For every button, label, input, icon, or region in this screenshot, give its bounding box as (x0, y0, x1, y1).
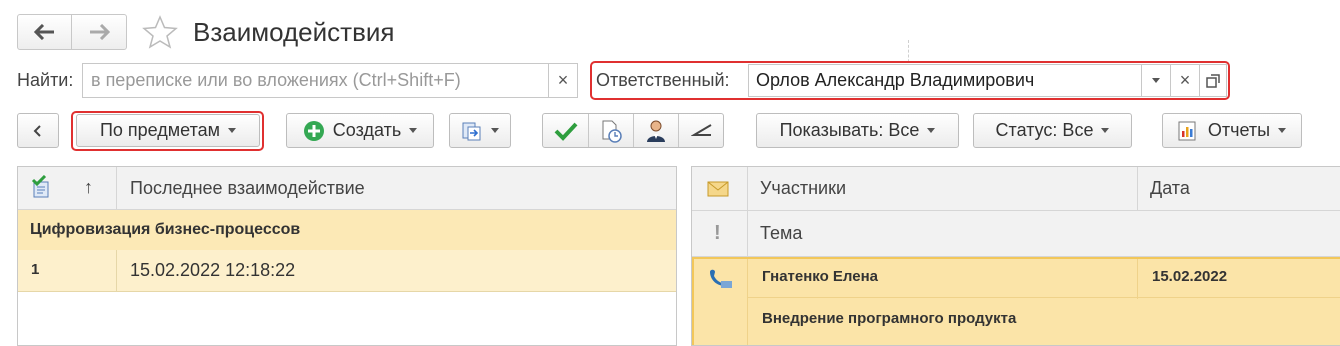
group-by-button[interactable]: По предметам (76, 114, 260, 147)
chevron-down-icon (491, 128, 499, 133)
arrow-right-icon (90, 24, 110, 40)
chevron-down-icon (409, 128, 418, 133)
envelope-icon (707, 181, 729, 197)
collapse-left-button[interactable] (17, 113, 59, 148)
document-transfer-button[interactable] (449, 113, 511, 148)
responsible-dropdown-button[interactable] (1141, 64, 1171, 97)
show-filter-button[interactable]: Показывать: Все (756, 113, 959, 148)
chevron-left-icon (33, 124, 41, 137)
responsible-clear-button[interactable]: × (1170, 64, 1200, 97)
reports-label: Отчеты (1207, 120, 1271, 140)
angle-icon (690, 123, 712, 136)
status-filter-label: Статус: Все (995, 120, 1094, 140)
date-header[interactable]: Дата (1150, 178, 1190, 199)
subjects-table: ↑ Последнее взаимодействие Цифровизация … (17, 166, 677, 346)
mark-reviewed-button[interactable] (543, 114, 589, 147)
group-row[interactable]: Цифровизация бизнес-процессов (18, 210, 676, 250)
group-by-label: По предметам (99, 120, 221, 140)
responsible-field[interactable]: Орлов Александр Владимирович (748, 64, 1142, 97)
reports-button[interactable]: Отчеты (1162, 113, 1302, 148)
open-window-icon (1206, 73, 1220, 88)
responsible-label: Ответственный: (596, 70, 730, 90)
page-title: Взаимодействия (193, 17, 395, 47)
interactions-header-row2: ! Тема (692, 211, 1340, 257)
report-icon (1178, 121, 1196, 140)
participants-header[interactable]: Участники (760, 178, 846, 199)
group-title: Цифровизация бизнес-процессов (30, 221, 301, 238)
close-icon: × (1179, 70, 1191, 90)
table-row[interactable]: 1 15.02.2022 12:18:22 (18, 250, 676, 292)
arrow-left-icon (33, 24, 54, 40)
document-arrow-icon (462, 122, 481, 140)
chevron-down-icon (1152, 78, 1160, 83)
chevron-down-icon (1101, 128, 1110, 133)
create-button[interactable]: Создать (286, 113, 434, 148)
set-subject-button[interactable] (679, 114, 724, 147)
defer-review-button[interactable] (589, 114, 634, 147)
action-icon-group (542, 113, 724, 148)
back-button[interactable] (18, 15, 72, 49)
search-clear-button[interactable]: × (548, 63, 578, 98)
subjects-table-header: ↑ Последнее взаимодействие (18, 167, 676, 210)
chevron-down-icon (228, 128, 237, 133)
chevron-down-icon (1278, 128, 1287, 133)
topic-header[interactable]: Тема (760, 223, 802, 244)
person-icon (647, 120, 665, 142)
nav-group (17, 14, 127, 50)
last-interaction-header[interactable]: Последнее взаимодействие (130, 178, 365, 199)
interaction-topic: Внедрение програмного продукта (762, 310, 1017, 327)
star-icon[interactable] (142, 15, 178, 49)
interaction-date: 15.02.2022 (1152, 268, 1228, 285)
responsible-open-button[interactable] (1199, 64, 1227, 97)
phone-call-icon (710, 269, 732, 288)
important-icon: ! (714, 222, 721, 244)
search-input[interactable]: в переписке или во вложениях (Ctrl+Shift… (82, 63, 549, 98)
create-label: Создать (332, 120, 402, 140)
row-date: 15.02.2022 12:18:22 (130, 260, 296, 280)
chevron-down-icon (927, 128, 936, 133)
search-label: Найти: (17, 70, 74, 90)
checkmark-icon (554, 122, 577, 141)
show-filter-label: Показывать: Все (779, 120, 920, 140)
close-icon: × (557, 70, 569, 90)
sort-arrow[interactable]: ↑ (84, 177, 93, 198)
interactions-table: Участники Дата ! Тема Гнатенко Елена 15.… (691, 166, 1340, 346)
responsible-value: Орлов Александр Владимирович (756, 70, 1035, 90)
interactions-header-row1: Участники Дата (692, 167, 1340, 211)
participant-name: Гнатенко Елена (762, 268, 879, 285)
document-clock-icon (602, 120, 622, 143)
forward-button[interactable] (72, 15, 126, 49)
row-number: 1 (31, 261, 40, 278)
assign-responsible-button[interactable] (634, 114, 679, 147)
search-placeholder: в переписке или во вложениях (Ctrl+Shift… (91, 70, 461, 90)
status-filter-button[interactable]: Статус: Все (973, 113, 1132, 148)
reviewed-icon[interactable] (31, 175, 53, 199)
plus-circle-icon (303, 120, 324, 141)
